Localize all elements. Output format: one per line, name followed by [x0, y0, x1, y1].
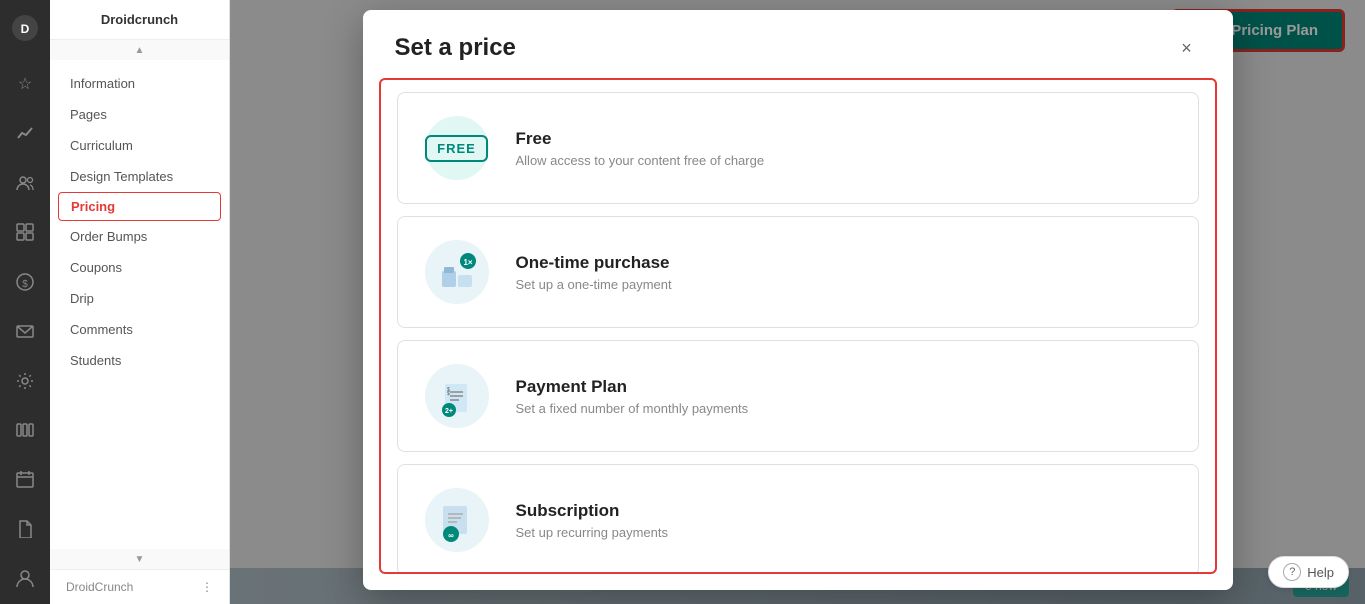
free-option-icon: FREE: [422, 113, 492, 183]
app-logo: D: [9, 10, 41, 50]
payment-plan-option-title: Payment Plan: [516, 377, 1174, 397]
pricing-options-container: FREE Free Allow access to your content f…: [379, 78, 1217, 574]
payment-plan-option-desc: Set a fixed number of monthly payments: [516, 401, 1174, 416]
one-time-option-card[interactable]: 1× One-time purchase Set up a one-time p…: [397, 216, 1199, 328]
modal-header: Set a price ×: [363, 10, 1233, 78]
modal-overlay: Set a price × FREE Free Allow access to …: [230, 0, 1365, 604]
svg-text:1×: 1×: [463, 258, 472, 267]
sidebar-item-information[interactable]: Information: [50, 68, 229, 99]
free-option-desc: Allow access to your content free of cha…: [516, 153, 1174, 168]
sidebar-item-curriculum[interactable]: Curriculum: [50, 130, 229, 161]
scroll-down-button[interactable]: ▼: [50, 549, 229, 569]
help-button[interactable]: ? Help: [1268, 556, 1349, 588]
nav-sidebar-header: Droidcrunch: [50, 0, 229, 40]
mail-icon[interactable]: [9, 315, 41, 346]
subscription-option-text: Subscription Set up recurring payments: [516, 501, 1174, 540]
sidebar-item-students[interactable]: Students: [50, 345, 229, 376]
one-time-option-title: One-time purchase: [516, 253, 1174, 273]
help-icon: ?: [1283, 563, 1301, 581]
subscription-option-title: Subscription: [516, 501, 1174, 521]
set-price-modal: Set a price × FREE Free Allow access to …: [363, 10, 1233, 590]
sidebar-item-pages[interactable]: Pages: [50, 99, 229, 130]
payment-plan-option-icon: $ $ 2+: [422, 361, 492, 431]
sidebar-item-order-bumps[interactable]: Order Bumps: [50, 221, 229, 252]
nav-items: Information Pages Curriculum Design Temp…: [50, 60, 229, 549]
help-label: Help: [1307, 565, 1334, 580]
one-time-option-desc: Set up a one-time payment: [516, 277, 1174, 292]
icon-sidebar: D ☆ $: [0, 0, 50, 604]
calendar-icon[interactable]: [9, 464, 41, 495]
svg-text:2+: 2+: [445, 408, 453, 415]
course-name: Droidcrunch: [101, 12, 178, 27]
dollar-icon[interactable]: $: [9, 266, 41, 297]
users-icon[interactable]: [9, 167, 41, 198]
svg-text:$: $: [447, 391, 450, 397]
file-icon[interactable]: [9, 513, 41, 544]
chart-icon[interactable]: [9, 118, 41, 149]
one-time-option-text: One-time purchase Set up a one-time paym…: [516, 253, 1174, 292]
subscription-option-card[interactable]: ∞ Subscription Set up recurring payments: [397, 464, 1199, 574]
modal-close-button[interactable]: ×: [1173, 34, 1201, 62]
svg-text:$: $: [22, 279, 28, 290]
scroll-up-button[interactable]: ▲: [50, 40, 229, 60]
layout-icon[interactable]: [9, 217, 41, 248]
payment-plan-option-text: Payment Plan Set a fixed number of month…: [516, 377, 1174, 416]
library-icon[interactable]: [9, 414, 41, 445]
free-option-text: Free Allow access to your content free o…: [516, 129, 1174, 168]
sidebar-item-pricing[interactable]: Pricing: [58, 192, 221, 221]
footer-more-icon[interactable]: ⋮: [201, 580, 213, 594]
main-area: Add Pricing Plan Set a price × FREE: [230, 0, 1365, 604]
sidebar-item-drip[interactable]: Drip: [50, 283, 229, 314]
one-time-option-icon: 1×: [422, 237, 492, 307]
sidebar-item-comments[interactable]: Comments: [50, 314, 229, 345]
nav-sidebar: Droidcrunch ▲ Information Pages Curricul…: [50, 0, 230, 604]
svg-text:D: D: [21, 22, 30, 36]
sidebar-item-coupons[interactable]: Coupons: [50, 252, 229, 283]
payment-plan-option-card[interactable]: $ $ 2+ Payment Plan Set a fixed number o…: [397, 340, 1199, 452]
subscription-option-desc: Set up recurring payments: [516, 525, 1174, 540]
footer-user-name: DroidCrunch: [66, 580, 133, 594]
modal-title: Set a price: [395, 34, 516, 62]
nav-sidebar-footer: DroidCrunch ⋮: [50, 569, 229, 604]
free-badge: FREE: [425, 135, 488, 162]
person-icon[interactable]: [9, 563, 41, 594]
free-option-title: Free: [516, 129, 1174, 149]
subscription-option-icon: ∞: [422, 485, 492, 555]
svg-text:∞: ∞: [448, 531, 454, 540]
gear-icon[interactable]: [9, 365, 41, 396]
star-icon[interactable]: ☆: [9, 68, 41, 99]
sidebar-item-design-templates[interactable]: Design Templates: [50, 161, 229, 192]
free-option-card[interactable]: FREE Free Allow access to your content f…: [397, 92, 1199, 204]
